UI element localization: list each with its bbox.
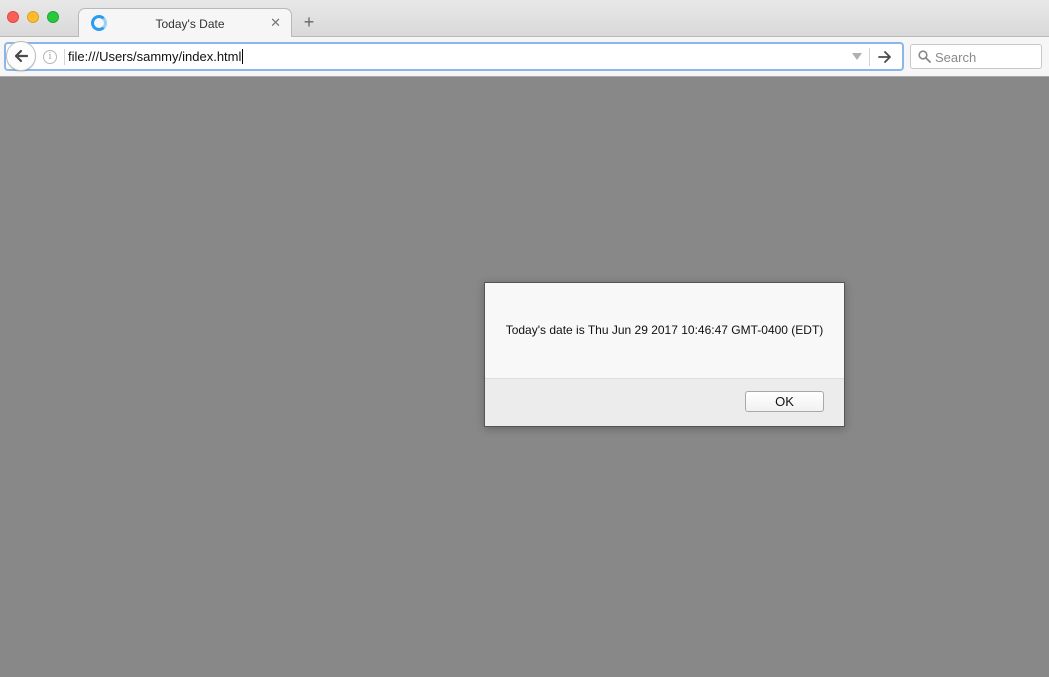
url-text: file:///Users/sammy/index.html [68,49,242,64]
go-divider [869,48,870,66]
text-cursor [242,49,244,64]
history-dropdown-icon[interactable] [852,53,862,60]
back-arrow-icon [14,49,29,63]
globe-icon [91,15,107,31]
minimize-window-button[interactable] [27,11,39,23]
new-tab-button[interactable]: + [301,12,317,32]
alert-dialog: Today's date is Thu Jun 29 2017 10:46:47… [484,282,845,427]
zoom-window-button[interactable] [47,11,59,23]
alert-footer: OK [485,378,844,426]
tab-todays-date[interactable]: Today's Date ✕ [78,8,292,38]
ok-button[interactable]: OK [745,391,824,412]
alert-message: Today's date is Thu Jun 29 2017 10:46:47… [505,323,824,337]
search-bar[interactable] [910,44,1042,69]
search-icon [918,50,931,63]
nav-bar: i file:///Users/sammy/index.html [0,37,1049,77]
back-button[interactable] [6,41,36,71]
url-input[interactable]: file:///Users/sammy/index.html [68,49,244,65]
go-arrow-icon[interactable] [878,50,892,64]
browser-window: Today's Date ✕ + i file:///Users/sammy/i… [0,0,1049,677]
tab-strip: Today's Date ✕ + [0,0,1049,38]
tab-title: Today's Date [155,17,225,31]
search-input[interactable] [935,48,1035,66]
close-tab-icon[interactable]: ✕ [270,15,281,31]
close-window-button[interactable] [7,11,19,23]
url-divider [64,49,65,65]
info-icon[interactable]: i [43,50,57,64]
address-bar[interactable]: i file:///Users/sammy/index.html [4,42,904,71]
